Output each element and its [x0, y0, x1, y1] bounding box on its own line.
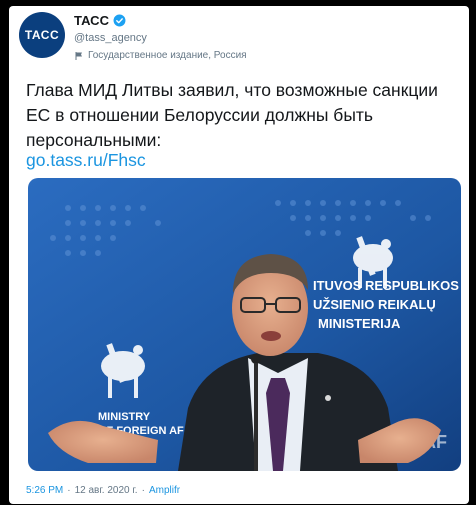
photo-illustration: ITUVOS RESPUBLIKOS UŽSIENIO REIKALŲ MINI… — [28, 178, 461, 471]
backdrop-text-left-1: MINISTRY — [98, 411, 151, 423]
backdrop-text-line-3: MINISTERIJA — [318, 316, 401, 331]
tweet-photo[interactable]: ITUVOS RESPUBLIKOS UŽSIENIO REIKALŲ MINI… — [28, 178, 461, 471]
meta-separator-2: · — [141, 485, 145, 496]
account-handle[interactable]: @tass_agency — [74, 32, 147, 44]
backdrop-text-line-1: ITUVOS RESPUBLIKOS — [313, 278, 459, 293]
avatar[interactable]: ТАСС — [19, 12, 65, 58]
meta-separator: · — [67, 485, 71, 496]
window-edge — [469, 0, 476, 505]
tweet-timestamp-date[interactable]: 12 авг. 2020 г. — [75, 485, 138, 496]
account-name[interactable]: ТАСС — [74, 13, 109, 28]
backdrop-text-line-2: UŽSIENIO REIKALŲ — [313, 297, 436, 312]
tweet-timestamp-time[interactable]: 5:26 PM — [26, 485, 63, 496]
verified-badge-icon — [113, 14, 126, 27]
flag-icon — [75, 51, 82, 60]
account-name-row[interactable]: ТАСС — [74, 13, 126, 28]
tweet-text: Глава МИД Литвы заявил, что возможные са… — [26, 80, 438, 150]
state-media-label[interactable]: Государственное издание, Россия — [74, 50, 247, 61]
tweet-source-link[interactable]: Amplifr — [149, 485, 180, 496]
tweet-link[interactable]: go.tass.ru/Fhsc — [26, 150, 146, 171]
state-media-label-text: Государственное издание, Россия — [88, 50, 247, 61]
tweet-meta: 5:26 PM · 12 авг. 2020 г. · Amplifr — [26, 485, 180, 496]
